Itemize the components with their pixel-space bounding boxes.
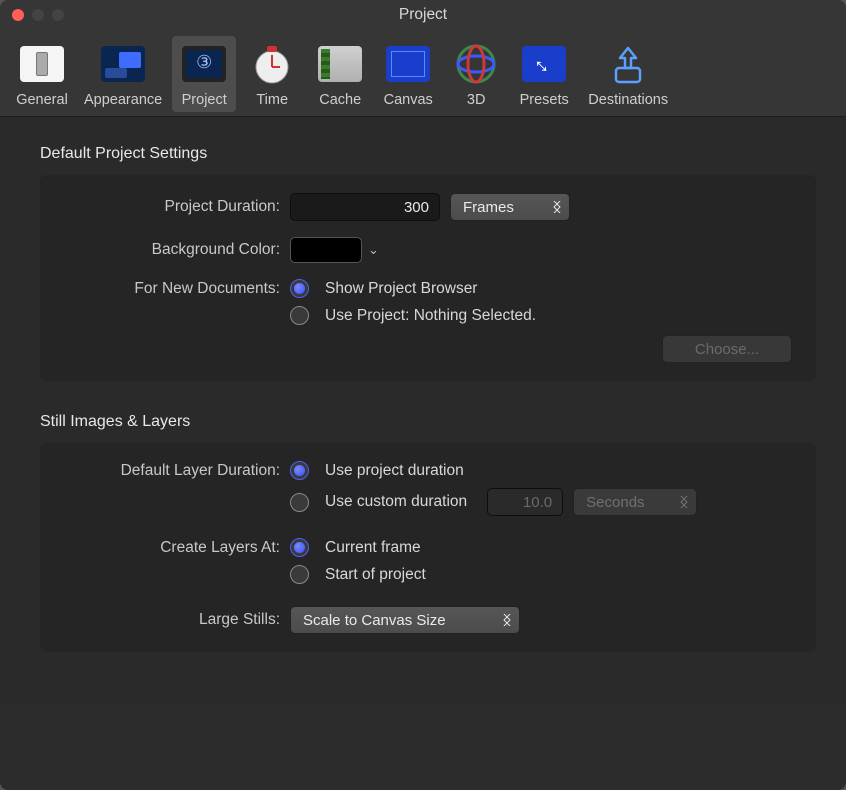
- create-layers-at-label: Create Layers At:: [44, 539, 290, 557]
- toolbar-item-appearance[interactable]: Appearance: [78, 36, 168, 112]
- toolbar-item-canvas[interactable]: Canvas: [376, 36, 440, 112]
- radio-label: Start of project: [325, 566, 426, 584]
- toolbar-label: Presets: [520, 92, 569, 108]
- default-layer-duration-label: Default Layer Duration:: [44, 462, 290, 480]
- preferences-window: Project General Appearance Project: [0, 0, 846, 790]
- radio-use-project-duration[interactable]: [290, 461, 309, 480]
- toolbar-item-general[interactable]: General: [10, 36, 74, 112]
- preferences-toolbar: General Appearance Project Time Cache: [0, 30, 846, 117]
- select-value: Scale to Canvas Size: [303, 612, 446, 629]
- window-title: Project: [0, 6, 846, 24]
- toolbar-item-3d[interactable]: 3D: [444, 36, 508, 112]
- choose-project-button[interactable]: Choose...: [662, 335, 792, 363]
- project-duration-label: Project Duration:: [44, 198, 290, 216]
- toolbar-item-cache[interactable]: Cache: [308, 36, 372, 112]
- general-icon: [20, 46, 64, 82]
- presets-icon: [522, 46, 566, 82]
- radio-label: Use custom duration: [325, 493, 467, 511]
- radio-label: Show Project Browser: [325, 280, 477, 298]
- radio-start-of-project[interactable]: [290, 565, 309, 584]
- toolbar-label: Time: [256, 92, 288, 108]
- section-default-project: Project Duration: Frames Background Colo…: [40, 175, 816, 381]
- toolbar-label: Project: [182, 92, 227, 108]
- radio-show-project-browser[interactable]: [290, 279, 309, 298]
- content-area: Default Project Settings Project Duratio…: [0, 117, 846, 704]
- background-color-label: Background Color:: [44, 241, 290, 259]
- radio-label: Use Project: Nothing Selected.: [325, 307, 536, 325]
- select-value: Frames: [463, 199, 514, 216]
- large-stills-label: Large Stills:: [44, 611, 290, 629]
- select-value: Seconds: [586, 494, 644, 511]
- toolbar-label: Destinations: [588, 92, 668, 108]
- toolbar-label: Appearance: [84, 92, 162, 108]
- radio-current-frame[interactable]: [290, 538, 309, 557]
- radio-use-custom-duration[interactable]: [290, 493, 309, 512]
- project-icon: [182, 46, 226, 82]
- large-stills-select[interactable]: Scale to Canvas Size: [290, 606, 520, 634]
- toolbar-label: 3D: [467, 92, 486, 108]
- custom-duration-unit-select[interactable]: Seconds: [573, 488, 697, 516]
- radio-use-project[interactable]: [290, 306, 309, 325]
- destinations-icon: [602, 38, 654, 90]
- section-stills: Default Layer Duration: Use project dura…: [40, 443, 816, 652]
- titlebar: Project: [0, 0, 846, 30]
- background-color-swatch[interactable]: [290, 237, 362, 263]
- section-title-stills: Still Images & Layers: [40, 413, 816, 431]
- toolbar-item-time[interactable]: Time: [240, 36, 304, 112]
- appearance-icon: [101, 46, 145, 82]
- canvas-icon: [386, 46, 430, 82]
- cache-icon: [318, 46, 362, 82]
- time-icon: [246, 38, 298, 90]
- toolbar-item-destinations[interactable]: Destinations: [580, 36, 676, 112]
- project-duration-unit-select[interactable]: Frames: [450, 193, 570, 221]
- toolbar-label: Canvas: [384, 92, 433, 108]
- radio-label: Use project duration: [325, 462, 464, 480]
- custom-duration-field[interactable]: [487, 488, 563, 516]
- 3d-icon: [450, 38, 502, 90]
- project-duration-field[interactable]: [290, 193, 440, 221]
- for-new-documents-label: For New Documents:: [44, 280, 290, 298]
- button-label: Choose...: [695, 341, 759, 358]
- toolbar-item-presets[interactable]: Presets: [512, 36, 576, 112]
- toolbar-item-project[interactable]: Project: [172, 36, 236, 112]
- toolbar-label: Cache: [319, 92, 361, 108]
- toolbar-label: General: [16, 92, 68, 108]
- chevron-down-icon[interactable]: ⌄: [368, 242, 379, 258]
- radio-label: Current frame: [325, 539, 421, 557]
- section-title-default-project: Default Project Settings: [40, 145, 816, 163]
